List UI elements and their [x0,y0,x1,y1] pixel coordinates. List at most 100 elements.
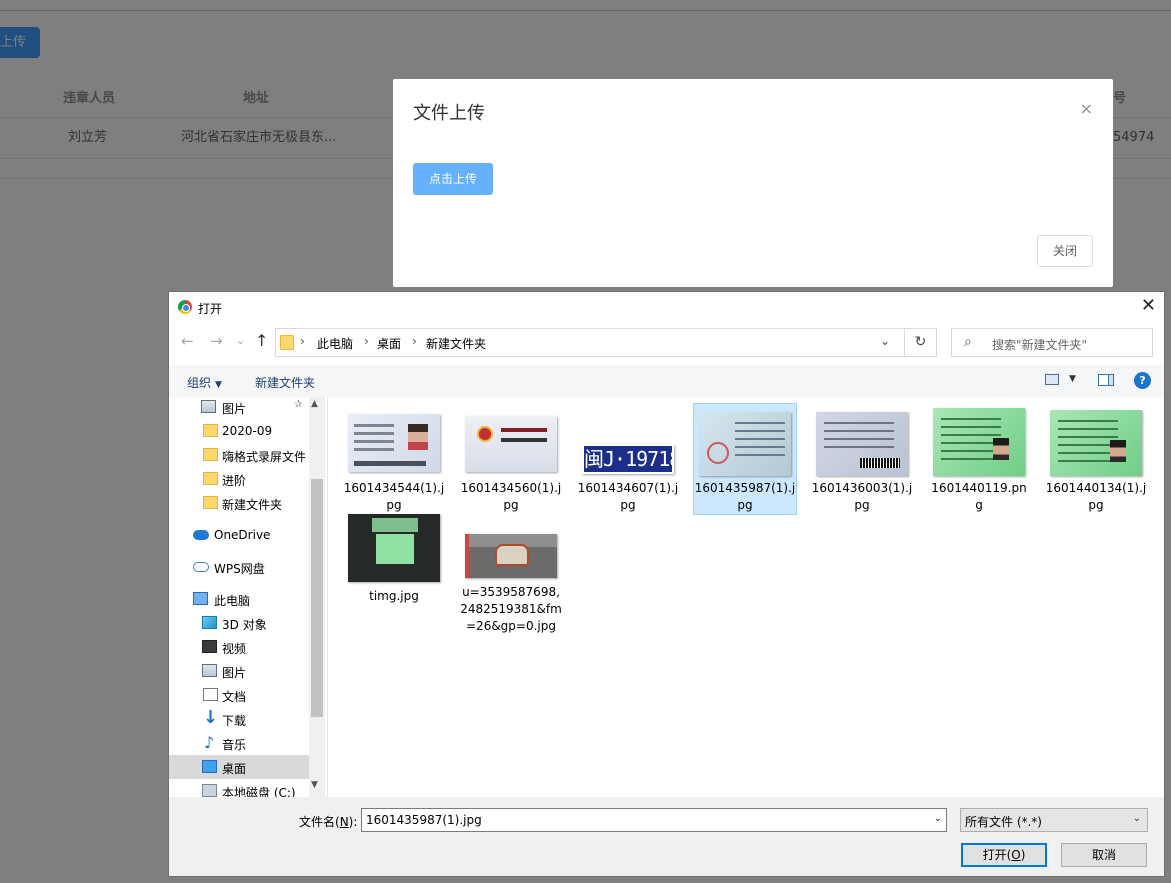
driver-license-thumbnail [1050,410,1142,476]
help-icon[interactable]: ? [1134,372,1151,389]
sidebar-item-label: 2020-09 [222,424,273,438]
open-file-dialog: 打开 ✕ ← → ⌄ ↑ › 此电脑 › 桌面 › 新建文件夹 ⌄ ↻ ⌕ 搜索… [168,291,1165,877]
sidebar-item-label: 桌面 [222,762,247,776]
file-item[interactable]: 1601440134(1).jpg [1044,405,1148,517]
address-bar[interactable]: › 此电脑 › 桌面 › 新建文件夹 ⌄ [275,328,905,357]
view-options-icon[interactable] [1045,374,1059,385]
sidebar-item-local-disk[interactable]: 本地磁盘 (C:) [169,779,309,797]
sidebar-item-label: OneDrive [214,528,271,542]
search-icon: ⌕ [964,334,972,350]
close-icon[interactable]: × [1080,101,1093,117]
sidebar-item-label: WPS网盘 [214,562,265,576]
sidebar-item-label: 图片 [222,402,247,416]
file-name: 1601434560(1).jpg [460,481,562,512]
modal-close-button[interactable]: 关闭 [1037,235,1093,267]
open-button[interactable]: 打开(O) [961,843,1047,867]
sidebar-item-documents[interactable]: 文档 [169,683,309,707]
up-arrow-icon[interactable]: ↑ [255,331,268,351]
file-item[interactable]: 1601436003(1).jpg [810,405,914,517]
folder-icon [280,335,294,350]
license-photo-thumbnail [348,514,440,582]
breadcrumb-separator: › [300,334,305,348]
chevron-down-icon[interactable]: ⌄ [880,334,890,348]
file-list: 1601434544(1).jpg 1601434560(1).jpg 闽J·1… [327,397,1164,797]
disk-icon [202,784,217,797]
3d-objects-icon [202,616,217,629]
navigation-bar: ← → ⌄ ↑ › 此电脑 › 桌面 › 新建文件夹 ⌄ ↻ ⌕ 搜索"新建文件… [169,325,1164,359]
sidebar-item-advanced[interactable]: 进阶 [169,467,309,491]
search-box[interactable]: ⌕ 搜索"新建文件夹" [951,328,1153,357]
sidebar-item-label: 嗨格式录屏文件 [222,450,307,464]
file-item[interactable]: timg.jpg [342,513,446,625]
file-name: 1601436003(1).jpg [811,481,913,512]
sidebar-item-downloads[interactable]: 下载 [169,707,309,731]
breadcrumb-separator: › [364,334,369,348]
caret-down-icon[interactable]: ▼ [1069,374,1076,384]
folder-icon [203,424,218,437]
file-type-select[interactable]: 所有文件 (*.*) ⌄ [960,808,1148,832]
filename-input[interactable]: 1601435987(1).jpg ⌄ [361,808,947,832]
sidebar-item-music[interactable]: 音乐 [169,731,309,755]
dialog-close-icon[interactable]: ✕ [1141,296,1156,316]
sidebar-item-recordings[interactable]: 嗨格式录屏文件 [169,443,309,467]
folder-icon [203,448,218,461]
sidebar-item-label: 下载 [222,714,247,728]
file-item[interactable]: u=3539587698,2482519381&fm=26&gp=0.jpg [459,513,563,653]
scroll-thumb[interactable] [311,479,323,717]
sidebar-item-wps-drive[interactable]: WPS网盘 [169,555,309,579]
file-item[interactable]: 1601434560(1).jpg [459,405,563,517]
license-plate-thumbnail: 闽J·19718 [582,444,674,474]
breadcrumb-this-pc[interactable]: 此电脑 [317,335,353,352]
sidebar-scrollbar[interactable]: ▲ ▼ [309,397,325,797]
file-item[interactable]: 闽J·19718 1601434607(1).jpg [576,405,680,517]
sidebar-item-label: 文档 [222,690,247,704]
wps-cloud-icon [193,562,209,572]
folder-icon [203,472,218,485]
onedrive-icon [193,530,209,540]
sidebar-item-label: 本地磁盘 (C:) [222,786,296,797]
filename-label: 文件名(N): [299,815,358,829]
file-item-selected[interactable]: 1601435987(1).jpg [693,403,797,515]
sidebar-item-onedrive[interactable]: OneDrive [169,523,309,547]
back-arrow-icon[interactable]: ← [181,331,194,351]
sidebar-item-label: 图片 [222,666,247,680]
sidebar-item-videos[interactable]: 视频 [169,635,309,659]
scroll-down-icon[interactable]: ▼ [311,780,318,790]
command-toolbar: 组织 ▼ 新建文件夹 ▼ ? [169,365,1164,397]
file-name: timg.jpg [369,589,419,603]
sidebar-item-label: 此电脑 [214,594,251,608]
forward-arrow-icon[interactable]: → [210,331,223,351]
scroll-up-icon[interactable]: ▲ [311,399,318,409]
id-card-back-thumbnail [465,416,557,472]
sidebar-item-this-pc[interactable]: 此电脑 [169,587,309,611]
breadcrumb-new-folder[interactable]: 新建文件夹 [426,335,486,352]
sidebar-item-2020-09[interactable]: 2020-09 [169,419,309,443]
file-name: 1601434607(1).jpg [577,481,679,512]
click-upload-button[interactable]: 点击上传 [413,163,493,195]
file-name: 1601440134(1).jpg [1045,481,1147,512]
dialog-titlebar[interactable]: 打开 ✕ [169,292,1164,322]
file-name: 1601435987(1).jpg [694,481,796,512]
new-folder-button[interactable]: 新建文件夹 [255,374,315,391]
file-name: 1601440119.png [931,481,1027,512]
sidebar-item-pictures-2[interactable]: 图片 [169,659,309,683]
cancel-button[interactable]: 取消 [1061,843,1147,867]
sidebar-item-pictures[interactable]: 图片 ✰ [169,397,309,419]
sidebar-item-3d-objects[interactable]: 3D 对象 [169,611,309,635]
sidebar-item-label: 3D 对象 [222,618,267,632]
file-type-value: 所有文件 (*.*) [965,815,1042,829]
refresh-icon[interactable]: ↻ [905,328,937,357]
breadcrumb-desktop[interactable]: 桌面 [377,335,401,352]
dialog-title: 打开 [198,302,223,316]
sidebar-item-desktop[interactable]: 桌面 [169,755,309,779]
chevron-down-icon[interactable]: ⌄ [1133,813,1141,824]
file-item[interactable]: 1601434544(1).jpg [342,405,446,517]
recent-locations-icon[interactable]: ⌄ [236,331,245,351]
chevron-down-icon[interactable]: ⌄ [934,813,942,824]
pin-icon[interactable]: ✰ [294,399,302,410]
videos-icon [202,640,217,653]
file-item[interactable]: 1601440119.png [927,405,1031,517]
preview-pane-icon[interactable] [1098,374,1114,386]
sidebar-item-new-folder[interactable]: 新建文件夹 [169,491,309,515]
organize-menu[interactable]: 组织 ▼ [187,374,222,391]
